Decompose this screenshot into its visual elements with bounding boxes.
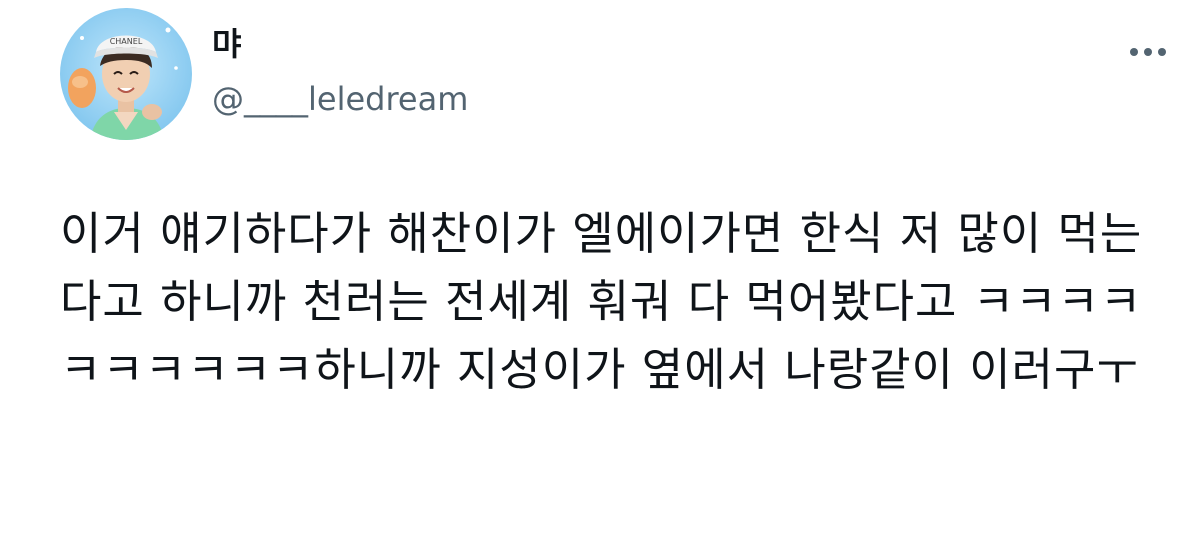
- svg-text:CHANEL: CHANEL: [110, 37, 143, 46]
- display-name[interactable]: 먀: [212, 24, 241, 64]
- tweet-text: 이거 얘기하다가 해찬이가 엘에이가면 한식 저 많이 먹는다고 하니까 천러는…: [60, 207, 1143, 396]
- avatar-photo: CHANEL: [60, 8, 192, 140]
- more-options-button[interactable]: [1116, 30, 1180, 74]
- user-handle[interactable]: @____leledream: [212, 78, 468, 120]
- tweet-card: CHANEL 먀 @____leledream 이거 얘기하다가 해찬이가 엘에…: [0, 0, 1200, 544]
- more-options-icon: [1130, 48, 1166, 56]
- avatar[interactable]: CHANEL: [60, 8, 192, 140]
